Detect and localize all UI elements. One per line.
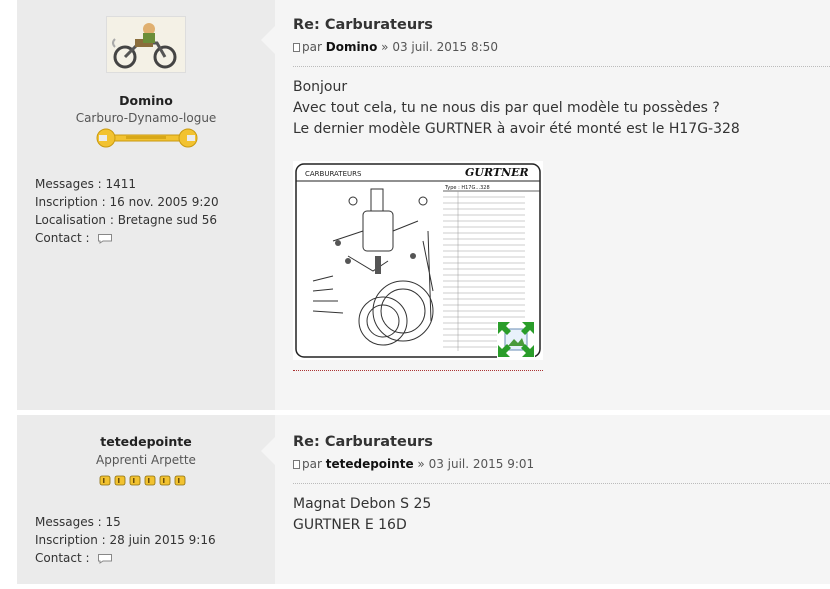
user-inscription: Inscription : 16 nov. 2005 9:20 — [35, 195, 219, 209]
post-1: Domino Carburo-Dynamo-logue Messages : 1… — [17, 0, 830, 410]
post-title[interactable]: Re: Carburateurs — [293, 17, 433, 33]
user-messages: Messages : 15 — [35, 515, 121, 529]
post-body: Bonjour Avec tout cela, tu ne nous dis p… — [293, 77, 740, 140]
username[interactable]: tetedepointe — [17, 434, 275, 449]
post-line: GURTNER E 16D — [293, 517, 407, 533]
user-messages: Messages : 1411 — [35, 177, 137, 191]
post-icon[interactable] — [293, 43, 300, 52]
contact-label: Contact : — [35, 231, 90, 245]
post-separator — [293, 66, 830, 67]
post-meta: par Domino » 03 juil. 2015 8:50 — [293, 40, 498, 54]
post-body: Magnat Debon S 25 GURTNER E 16D — [293, 494, 431, 536]
post-line: Bonjour — [293, 79, 348, 95]
wrench-rank-icon — [96, 128, 198, 148]
diagram-brand: GURTNER — [465, 166, 529, 179]
user-rank: Apprenti Arpette — [96, 453, 196, 467]
user-rank: Carburo-Dynamo-logue — [75, 111, 217, 125]
user-localisation: Localisation : Bretagne sud 56 — [35, 213, 218, 227]
contact-bubble-icon[interactable] — [97, 233, 113, 244]
diagram-type: Type : H17G...328 — [444, 185, 490, 191]
username[interactable]: Domino — [17, 93, 275, 108]
post-line: Magnat Debon S 25 — [293, 496, 432, 512]
user-contact: Contact : — [35, 229, 219, 247]
contact-label: Contact : — [35, 551, 90, 565]
contact-bubble-icon[interactable] — [97, 553, 113, 564]
post-notch — [261, 26, 275, 54]
post-icon[interactable] — [293, 460, 300, 469]
post-title[interactable]: Re: Carburateurs — [293, 434, 433, 450]
diagram-header-left: CARBURATEURS — [305, 170, 362, 178]
post-by: par — [302, 40, 322, 54]
avatar[interactable] — [106, 16, 186, 73]
post-author[interactable]: tetedepointe — [326, 457, 414, 471]
user-inscription: Inscription : 28 juin 2015 9:16 — [35, 533, 216, 547]
post-2: tetedepointe Apprenti Arpette Messages :… — [17, 415, 830, 584]
image-underline — [293, 370, 543, 371]
post-date: » 03 juil. 2015 8:50 — [381, 40, 498, 54]
post-content: Re: Carburateurs par Domino » 03 juil. 2… — [261, 0, 830, 410]
post-separator — [293, 483, 830, 484]
post-line: Avec tout cela, tu ne nous dis par quel … — [293, 100, 720, 116]
expand-image-icon[interactable] — [497, 321, 535, 358]
avatar-motorcycle-icon — [107, 17, 185, 72]
post-meta: par tetedepointe » 03 juil. 2015 9:01 — [293, 457, 534, 471]
post-author[interactable]: Domino — [326, 40, 378, 54]
user-contact: Contact : — [35, 549, 216, 567]
post-by: par — [302, 457, 322, 471]
post-line: Le dernier modèle GURTNER à avoir été mo… — [293, 121, 740, 137]
user-info: Messages : 15 Inscription : 28 juin 2015… — [35, 513, 216, 567]
post-notch — [261, 437, 275, 465]
carburetor-diagram-image[interactable]: CARBURATEURS GURTNER Type : H17G...328 — [293, 161, 543, 360]
post-profile: tetedepointe Apprenti Arpette Messages :… — [17, 415, 275, 584]
post-profile: Domino Carburo-Dynamo-logue Messages : 1… — [17, 0, 275, 410]
user-info: Messages : 1411 Inscription : 16 nov. 20… — [35, 175, 219, 247]
rank-stars-icon — [99, 475, 186, 486]
post-content: Re: Carburateurs par tetedepointe » 03 j… — [261, 415, 830, 584]
post-date: » 03 juil. 2015 9:01 — [417, 457, 535, 471]
